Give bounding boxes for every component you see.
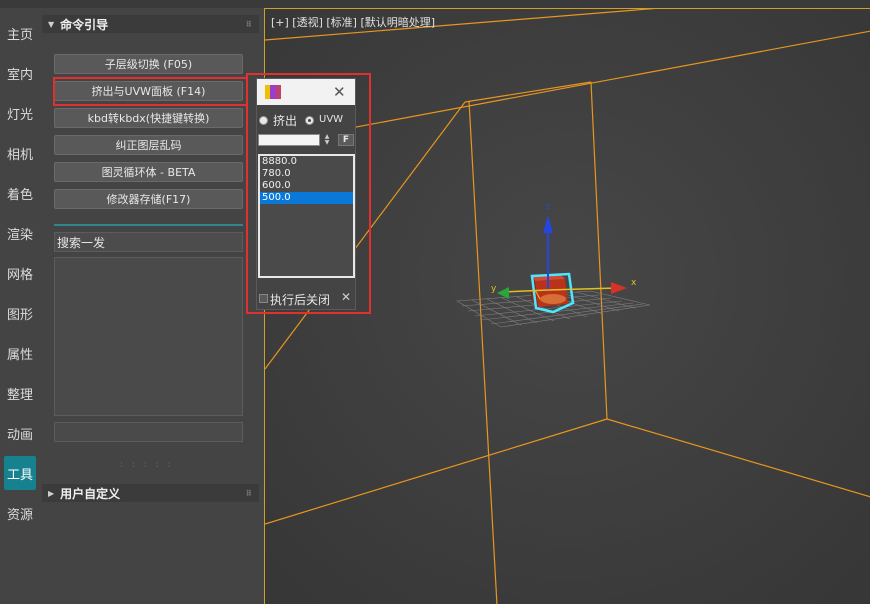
extrude-uvw-dialog: ✕ 挤出 UVW ▲ ▼ F 8880.0 780.0 600.0 500.0 执… <box>256 78 356 310</box>
kbd-convert-button[interactable]: kbd转kbdx(快捷键转换) <box>54 108 243 128</box>
axis-label-z: z <box>545 202 550 212</box>
close-after-run-checkbox[interactable] <box>259 294 268 303</box>
dialog-titlebar[interactable]: ✕ <box>257 79 355 105</box>
expand-triangle-icon: ▶ <box>48 488 55 498</box>
command-panel: ▼ 命令引导 ⠿ 子层级切换 (F05) 挤出与UVW面板 (F14) kbd转… <box>40 8 262 604</box>
top-strip <box>0 0 870 8</box>
list-item[interactable]: 8880.0 <box>260 156 353 168</box>
axis-label-x: x <box>631 278 637 288</box>
collapse-triangle-icon: ▼ <box>48 19 55 29</box>
close-icon[interactable]: ✕ <box>333 83 346 101</box>
list-item-selected[interactable]: 500.0 <box>260 192 353 204</box>
rail-item[interactable]: 灯光 <box>0 96 40 130</box>
rail-item[interactable]: 动画 <box>0 416 40 450</box>
rail-item[interactable]: 整理 <box>0 376 40 410</box>
sublevel-toggle-button[interactable]: 子层级切换 (F05) <box>54 54 243 74</box>
modifier-storage-button[interactable]: 修改器存储(F17) <box>54 189 243 209</box>
rail-item[interactable]: 室内 <box>0 56 40 90</box>
results-list[interactable] <box>54 257 243 416</box>
rollout-header-command-guide[interactable]: ▼ 命令引导 ⠿ <box>42 15 259 33</box>
radio-uvw[interactable] <box>305 116 314 125</box>
rail-item[interactable]: 相机 <box>0 136 40 170</box>
rail-item[interactable]: 属性 <box>0 336 40 370</box>
grip-icon: ⠿ <box>245 19 253 29</box>
fix-layer-encoding-button[interactable]: 纠正图层乱码 <box>54 135 243 155</box>
rail-item[interactable]: 着色 <box>0 176 40 210</box>
accent-divider <box>54 224 243 226</box>
rail-item[interactable]: 主页 <box>0 16 40 50</box>
category-rail: 主页室内灯光相机着色渲染网格图形属性整理动画工具资源 <box>0 8 40 604</box>
radio-extrude-label: 挤出 <box>273 114 298 128</box>
turing-loop-button[interactable]: 图灵循环体 - BETA <box>54 162 243 182</box>
f-button[interactable]: F <box>338 134 354 146</box>
rail-item[interactable]: 资源 <box>0 496 40 530</box>
rail-item[interactable]: 工具 <box>4 456 36 490</box>
preset-value-list[interactable]: 8880.0 780.0 600.0 500.0 <box>258 154 355 278</box>
list-item[interactable]: 600.0 <box>260 180 353 192</box>
rollout-header-user-custom[interactable]: ▶ 用户自定义 ⠿ <box>42 484 259 502</box>
spinner-arrows-icon[interactable]: ▲ ▼ <box>322 134 332 146</box>
axis-label-y: y <box>491 284 497 294</box>
viewport-label[interactable]: [+] [透视] [标准] [默认明暗处理] <box>271 14 435 30</box>
list-item[interactable]: 780.0 <box>260 168 353 180</box>
dismiss-icon[interactable]: ✕ <box>341 290 351 304</box>
extrude-uvw-panel-button[interactable]: 挤出与UVW面板 (F14) <box>54 81 243 101</box>
radio-extrude[interactable] <box>259 116 268 125</box>
search-input[interactable] <box>54 232 243 252</box>
grip-icon: ⠿ <box>245 488 253 498</box>
status-field[interactable] <box>54 422 243 442</box>
radio-uvw-label: UVW <box>319 114 344 125</box>
rail-item[interactable]: 渲染 <box>0 216 40 250</box>
resize-grip[interactable]: : : : : : <box>120 460 174 470</box>
rail-item[interactable]: 图形 <box>0 296 40 330</box>
value-input[interactable] <box>258 134 320 146</box>
rollout-title-2: 用户自定义 <box>60 486 121 501</box>
app-logo-icon <box>265 85 281 99</box>
rail-item[interactable]: 网格 <box>0 256 40 290</box>
rollout-title: 命令引导 <box>60 17 109 32</box>
close-after-run-label: 执行后关闭 <box>270 293 331 307</box>
